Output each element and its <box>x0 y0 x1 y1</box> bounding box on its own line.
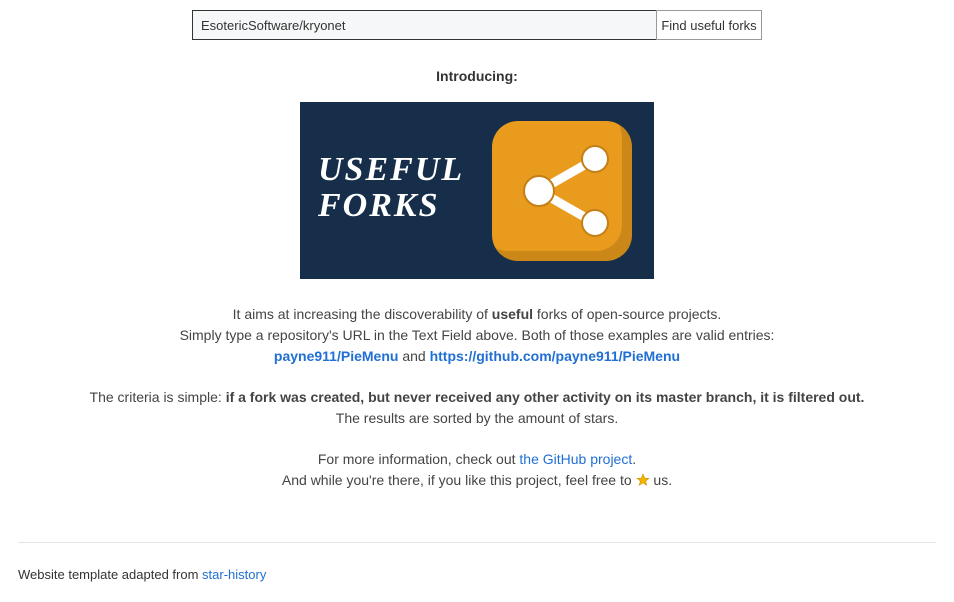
desc-text: forks of open-source projects. <box>533 306 721 322</box>
repo-search-input[interactable] <box>192 10 657 40</box>
criteria-prefix: The criteria is simple: <box>90 389 226 405</box>
logo-line1: USEFUL <box>318 151 464 188</box>
footer-link[interactable]: star-history <box>202 567 266 582</box>
main-content: Introducing: USEFUL FORKS It aims at inc… <box>0 40 954 493</box>
desc-bold-useful: useful <box>492 306 533 322</box>
desc-line2: Simply type a repository's URL in the Te… <box>0 325 954 346</box>
logo-line2: FORKS <box>318 187 440 224</box>
fork-icon-box <box>492 121 632 261</box>
star-icon <box>636 472 650 493</box>
example-link-2[interactable]: https://github.com/payne911/PieMenu <box>430 348 680 364</box>
criteria-block: The criteria is simple: if a fork was cr… <box>0 387 954 429</box>
criteria-bold: if a fork was created, but never receive… <box>226 389 865 405</box>
desc-text: It aims at increasing the discoverabilit… <box>233 306 492 322</box>
moreinfo-block: For more information, check out the GitH… <box>0 449 954 493</box>
intro-heading: Introducing: <box>0 68 954 84</box>
logo-banner: USEFUL FORKS <box>300 102 654 279</box>
star-prefix: And while you're there, if you like this… <box>282 472 636 488</box>
github-project-link[interactable]: the GitHub project <box>519 451 632 467</box>
logo-text: USEFUL FORKS <box>318 152 464 223</box>
description-block-1: It aims at increasing the discoverabilit… <box>0 304 954 367</box>
star-suffix: us. <box>650 472 673 488</box>
example-link-1[interactable]: payne911/PieMenu <box>274 348 399 364</box>
and-text: and <box>398 348 429 364</box>
fork-icon <box>492 121 632 261</box>
footer-prefix: Website template adapted from <box>18 567 202 582</box>
footer: Website template adapted from star-histo… <box>18 542 936 582</box>
moreinfo-prefix: For more information, check out <box>318 451 520 467</box>
find-forks-button[interactable]: Find useful forks <box>656 10 762 40</box>
criteria-results: The results are sorted by the amount of … <box>0 408 954 429</box>
moreinfo-suffix: . <box>632 451 636 467</box>
search-row: Find useful forks <box>0 0 954 40</box>
